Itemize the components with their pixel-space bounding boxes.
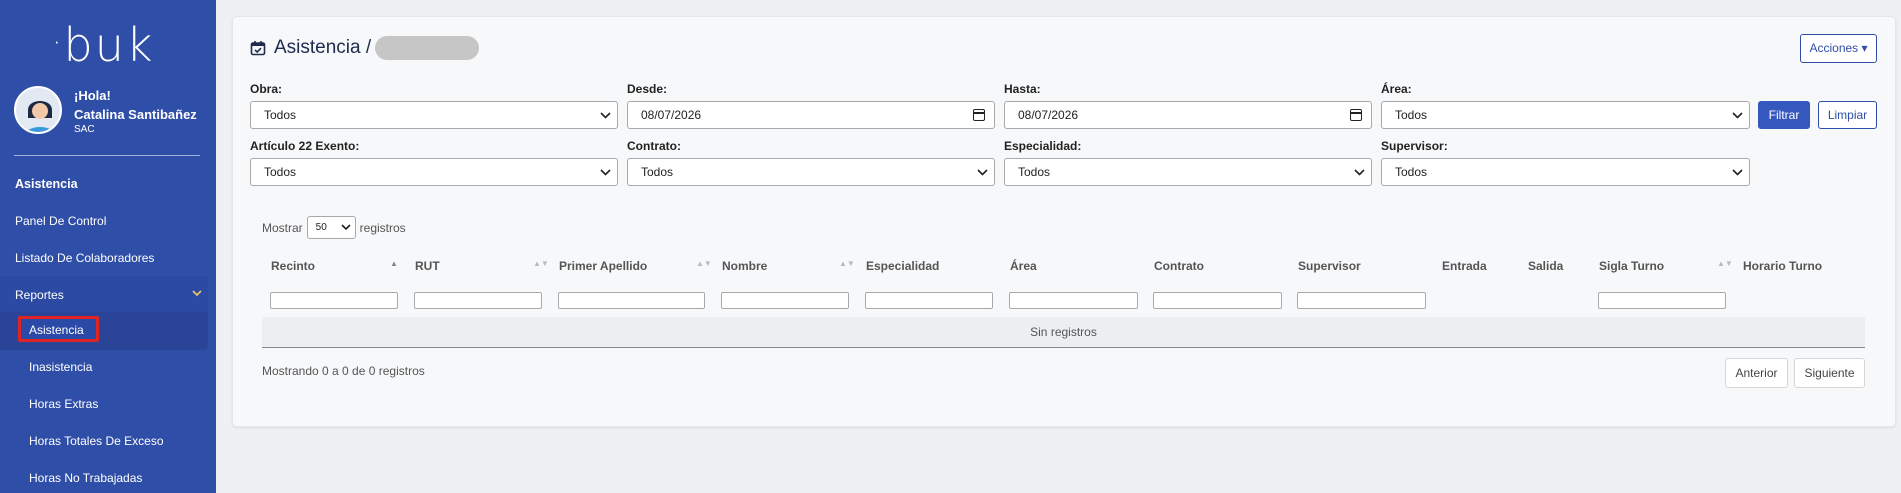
acciones-dropdown-button[interactable]: Acciones ▾ — [1800, 34, 1877, 63]
obra-value: Todos — [264, 108, 297, 122]
submenu-item-horas-totales-exceso[interactable]: Horas Totales De Exceso — [29, 434, 164, 448]
sort-icon[interactable]: ▲▼ — [533, 259, 549, 268]
filter-input-rut[interactable] — [414, 292, 542, 309]
user-name: Catalina Santibañez — [74, 107, 197, 122]
column-header-primer-apellido[interactable]: Primer Apellido — [559, 259, 647, 273]
contrato-label: Contrato: — [627, 139, 681, 153]
area-label: Área: — [1381, 82, 1412, 96]
redacted-breadcrumb — [375, 36, 480, 60]
page-size-value: 50 — [315, 222, 327, 233]
especialidad-select[interactable]: Todos — [1004, 158, 1372, 186]
column-header-rut[interactable]: RUT — [415, 259, 440, 273]
articulo-value: Todos — [264, 165, 297, 179]
calendar-icon[interactable] — [1350, 109, 1362, 121]
submenu-item-horas-extras[interactable]: Horas Extras — [29, 397, 98, 411]
contrato-select[interactable]: Todos — [627, 158, 995, 186]
avatar — [14, 86, 62, 134]
chevron-down-icon[interactable] — [192, 288, 202, 300]
supervisor-value: Todos — [1395, 165, 1428, 179]
column-header-recinto[interactable]: Recinto — [271, 259, 315, 273]
previous-page-button[interactable]: Anterior — [1725, 358, 1788, 388]
page-title: Asistencia / — [274, 37, 372, 58]
filter-input-area[interactable] — [1009, 292, 1138, 309]
filter-input-primer-apellido[interactable] — [558, 292, 705, 309]
chevron-down-icon — [600, 102, 611, 137]
column-header-supervisor[interactable]: Supervisor — [1298, 259, 1361, 273]
column-header-entrada[interactable]: Entrada — [1442, 259, 1487, 273]
filter-input-nombre[interactable] — [721, 292, 849, 309]
page-size-select[interactable]: 50 — [306, 216, 356, 239]
main-card — [232, 16, 1896, 427]
obra-label: Obra: — [250, 82, 283, 96]
especialidad-label: Especialidad: — [1004, 139, 1082, 153]
sidebar: ·buk ¡Hola! Catalina Santibañez SAC Asis… — [0, 0, 216, 493]
next-page-button[interactable]: Siguiente — [1794, 358, 1865, 388]
submenu-item-horas-no-trabajadas[interactable]: Horas No Trabajadas — [29, 471, 142, 485]
page-size-control: Mostrar 50 registros — [262, 216, 406, 239]
chevron-down-icon — [1354, 159, 1365, 194]
chevron-down-icon — [977, 159, 988, 194]
calendar-icon[interactable] — [973, 109, 985, 121]
area-value: Todos — [1395, 108, 1428, 122]
hasta-label: Hasta: — [1004, 82, 1041, 96]
calendar-check-icon — [250, 40, 266, 56]
filter-input-contrato[interactable] — [1153, 292, 1282, 309]
sort-icon[interactable]: ▲▼ — [696, 259, 712, 268]
column-header-nombre[interactable]: Nombre — [722, 259, 767, 273]
buk-logo[interactable]: ·buk — [52, 18, 155, 72]
contrato-value: Todos — [641, 165, 674, 179]
hasta-date-input[interactable]: 08/07/2026 — [1004, 101, 1372, 129]
supervisor-select[interactable]: Todos — [1381, 158, 1750, 186]
submenu-item-inasistencia[interactable]: Inasistencia — [29, 360, 92, 374]
sort-asc-icon[interactable]: ▲ — [390, 259, 398, 268]
desde-value: 08/07/2026 — [641, 108, 702, 122]
column-header-horario-turno[interactable]: Horario Turno — [1743, 259, 1822, 273]
desde-label: Desde: — [627, 82, 668, 96]
sidebar-item-listado-colaboradores[interactable]: Listado De Colaboradores — [15, 251, 154, 265]
sidebar-item-panel-de-control[interactable]: Panel De Control — [15, 214, 106, 228]
obra-select[interactable]: Todos — [250, 101, 618, 129]
empty-table-row: Sin registros — [262, 317, 1865, 348]
registros-label: registros — [359, 220, 406, 235]
especialidad-value: Todos — [1018, 165, 1051, 179]
chevron-down-icon — [1732, 159, 1743, 194]
filter-input-recinto[interactable] — [270, 292, 398, 309]
chevron-down-icon — [600, 159, 611, 194]
filter-input-sigla-turno[interactable] — [1598, 292, 1726, 309]
supervisor-label: Supervisor: — [1381, 139, 1448, 153]
sidebar-divider — [14, 155, 200, 156]
articulo-label: Artículo 22 Exento: — [250, 139, 360, 153]
column-header-salida[interactable]: Salida — [1528, 259, 1563, 273]
chevron-down-icon — [341, 217, 351, 246]
page-header: Asistencia / — [250, 36, 480, 60]
sort-icon[interactable]: ▲▼ — [1717, 259, 1733, 268]
sidebar-item-reportes[interactable]: Reportes — [15, 288, 64, 302]
area-select[interactable]: Todos — [1381, 101, 1750, 129]
user-profile[interactable]: ¡Hola! Catalina Santibañez SAC — [14, 86, 197, 135]
column-header-especialidad[interactable]: Especialidad — [866, 259, 939, 273]
limpiar-button[interactable]: Limpiar — [1818, 101, 1877, 129]
articulo-select[interactable]: Todos — [250, 158, 618, 186]
chevron-down-icon — [1732, 102, 1743, 137]
column-header-sigla-turno[interactable]: Sigla Turno — [1599, 259, 1664, 273]
greeting: ¡Hola! — [74, 88, 111, 103]
filtrar-button[interactable]: Filtrar — [1758, 101, 1810, 129]
filter-input-especialidad[interactable] — [865, 292, 993, 309]
desde-date-input[interactable]: 08/07/2026 — [627, 101, 995, 129]
table-info: Mostrando 0 a 0 de 0 registros — [262, 364, 425, 378]
hasta-value: 08/07/2026 — [1018, 108, 1079, 122]
filter-input-supervisor[interactable] — [1297, 292, 1426, 309]
user-role: SAC — [74, 124, 95, 135]
sort-icon[interactable]: ▲▼ — [839, 259, 855, 268]
column-header-area[interactable]: Área — [1010, 259, 1037, 273]
sidebar-section-asistencia[interactable]: Asistencia — [15, 177, 78, 191]
column-header-contrato[interactable]: Contrato — [1154, 259, 1204, 273]
submenu-item-asistencia[interactable]: Asistencia — [29, 323, 84, 337]
mostrar-label: Mostrar — [262, 220, 303, 235]
